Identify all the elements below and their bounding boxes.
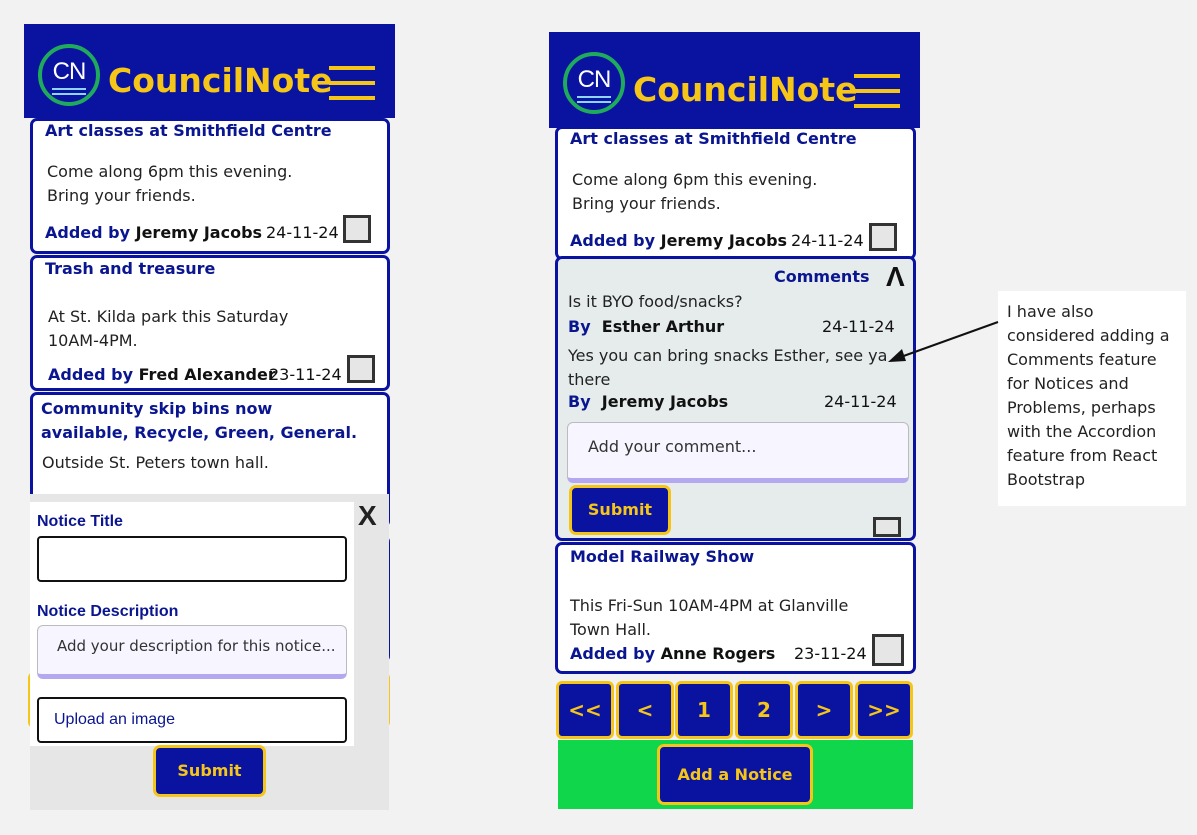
notice-body: Come along 6pm this evening. Bring your f… — [572, 170, 818, 213]
hamburger-menu-icon[interactable] — [329, 66, 375, 102]
left-header: CN CouncilNote — [24, 24, 395, 118]
notice-title: Community skip bins now available, Recycl… — [41, 399, 358, 442]
collapse-chevron-icon[interactable]: Λ — [886, 261, 905, 293]
close-icon[interactable]: X — [358, 500, 377, 532]
notice-date: 24-11-24 — [266, 223, 339, 242]
notice-checkbox[interactable] — [347, 355, 375, 383]
notice-body: Come along 6pm this evening. Bring your f… — [47, 162, 293, 205]
hamburger-menu-icon[interactable] — [854, 74, 900, 110]
notice-date: 23-11-24 — [269, 365, 342, 384]
brand-title: CouncilNote — [108, 61, 333, 100]
logo-text: CN — [577, 66, 612, 93]
upload-image-button[interactable]: Upload an image — [37, 697, 347, 743]
comment-text: Is it BYO food/snacks? — [568, 292, 743, 311]
right-header: CN CouncilNote — [549, 32, 920, 128]
next-page-button[interactable]: > — [795, 681, 853, 739]
annotation-arrow-icon — [888, 321, 999, 362]
page-1-button[interactable]: 1 — [675, 681, 733, 739]
notice-body: At St. Kilda park this Saturday 10AM-4PM. — [48, 307, 289, 350]
comment-text: Yes you can bring snacks Esther, see ya t… — [568, 346, 888, 389]
page-2-button[interactable]: 2 — [735, 681, 793, 739]
brand-title: CouncilNote — [633, 70, 858, 109]
last-page-button[interactable]: >> — [855, 681, 913, 739]
notice-title: Art classes at Smithfield Centre — [45, 121, 332, 140]
notice-checkbox[interactable] — [873, 517, 901, 537]
comment-submit-button[interactable]: Submit — [569, 485, 671, 535]
notice-card[interactable]: Art classes at Smithfield Centre Come al… — [555, 126, 916, 260]
note-text: I have also considered adding a Comments f… — [1007, 302, 1170, 489]
notice-card[interactable]: Art classes at Smithfield Centre Come al… — [30, 118, 390, 254]
form-submit-button[interactable]: Submit — [153, 745, 266, 797]
logo[interactable]: CN — [38, 44, 100, 106]
comment-author: By Esther Arthur — [568, 317, 725, 336]
notice-title: Model Railway Show — [570, 547, 755, 566]
annotation-note: I have also considered adding a Comments f… — [998, 291, 1186, 506]
comments-header[interactable]: Comments — [774, 267, 870, 286]
notice-description-input[interactable]: Add your description for this notice... — [37, 625, 347, 679]
comment-date: 24-11-24 — [824, 392, 897, 411]
comment-input[interactable]: Add your comment... — [567, 422, 909, 483]
notice-date: 23-11-24 — [794, 644, 867, 663]
notice-title-input[interactable] — [37, 536, 347, 582]
notice-checkbox[interactable] — [343, 215, 371, 243]
logo-text: CN — [52, 58, 87, 85]
notice-body: Outside St. Peters town hall. — [42, 453, 269, 472]
notice-card[interactable]: Model Railway Show This Fri-Sun 10AM-4PM… — [555, 542, 916, 674]
comment-author: By Jeremy Jacobs — [568, 392, 729, 411]
first-page-button[interactable]: << — [556, 681, 614, 739]
logo[interactable]: CN — [563, 52, 625, 114]
notice-author: Added by Jeremy Jacobs — [45, 223, 263, 242]
notice-date: 24-11-24 — [791, 231, 864, 250]
notice-title-label: Notice Title — [37, 513, 123, 530]
comments-accordion: Comments Λ Is it BYO food/snacks? By Est… — [555, 256, 916, 541]
notice-author: Added by Anne Rogers — [570, 644, 776, 663]
notice-checkbox[interactable] — [869, 223, 897, 251]
add-notice-button[interactable]: Add a Notice — [657, 744, 813, 805]
notice-card[interactable]: Trash and treasure At St. Kilda park thi… — [30, 255, 390, 391]
notice-author: Added by Fred Alexander — [48, 365, 276, 384]
notice-title: Art classes at Smithfield Centre — [570, 129, 857, 148]
prev-page-button[interactable]: < — [616, 681, 674, 739]
notice-checkbox[interactable] — [872, 634, 904, 666]
notice-description-label: Notice Description — [37, 603, 179, 620]
notice-body: This Fri-Sun 10AM-4PM at Glanville Town H… — [570, 596, 849, 639]
notice-author: Added by Jeremy Jacobs — [570, 231, 788, 250]
notice-title: Trash and treasure — [45, 259, 216, 278]
